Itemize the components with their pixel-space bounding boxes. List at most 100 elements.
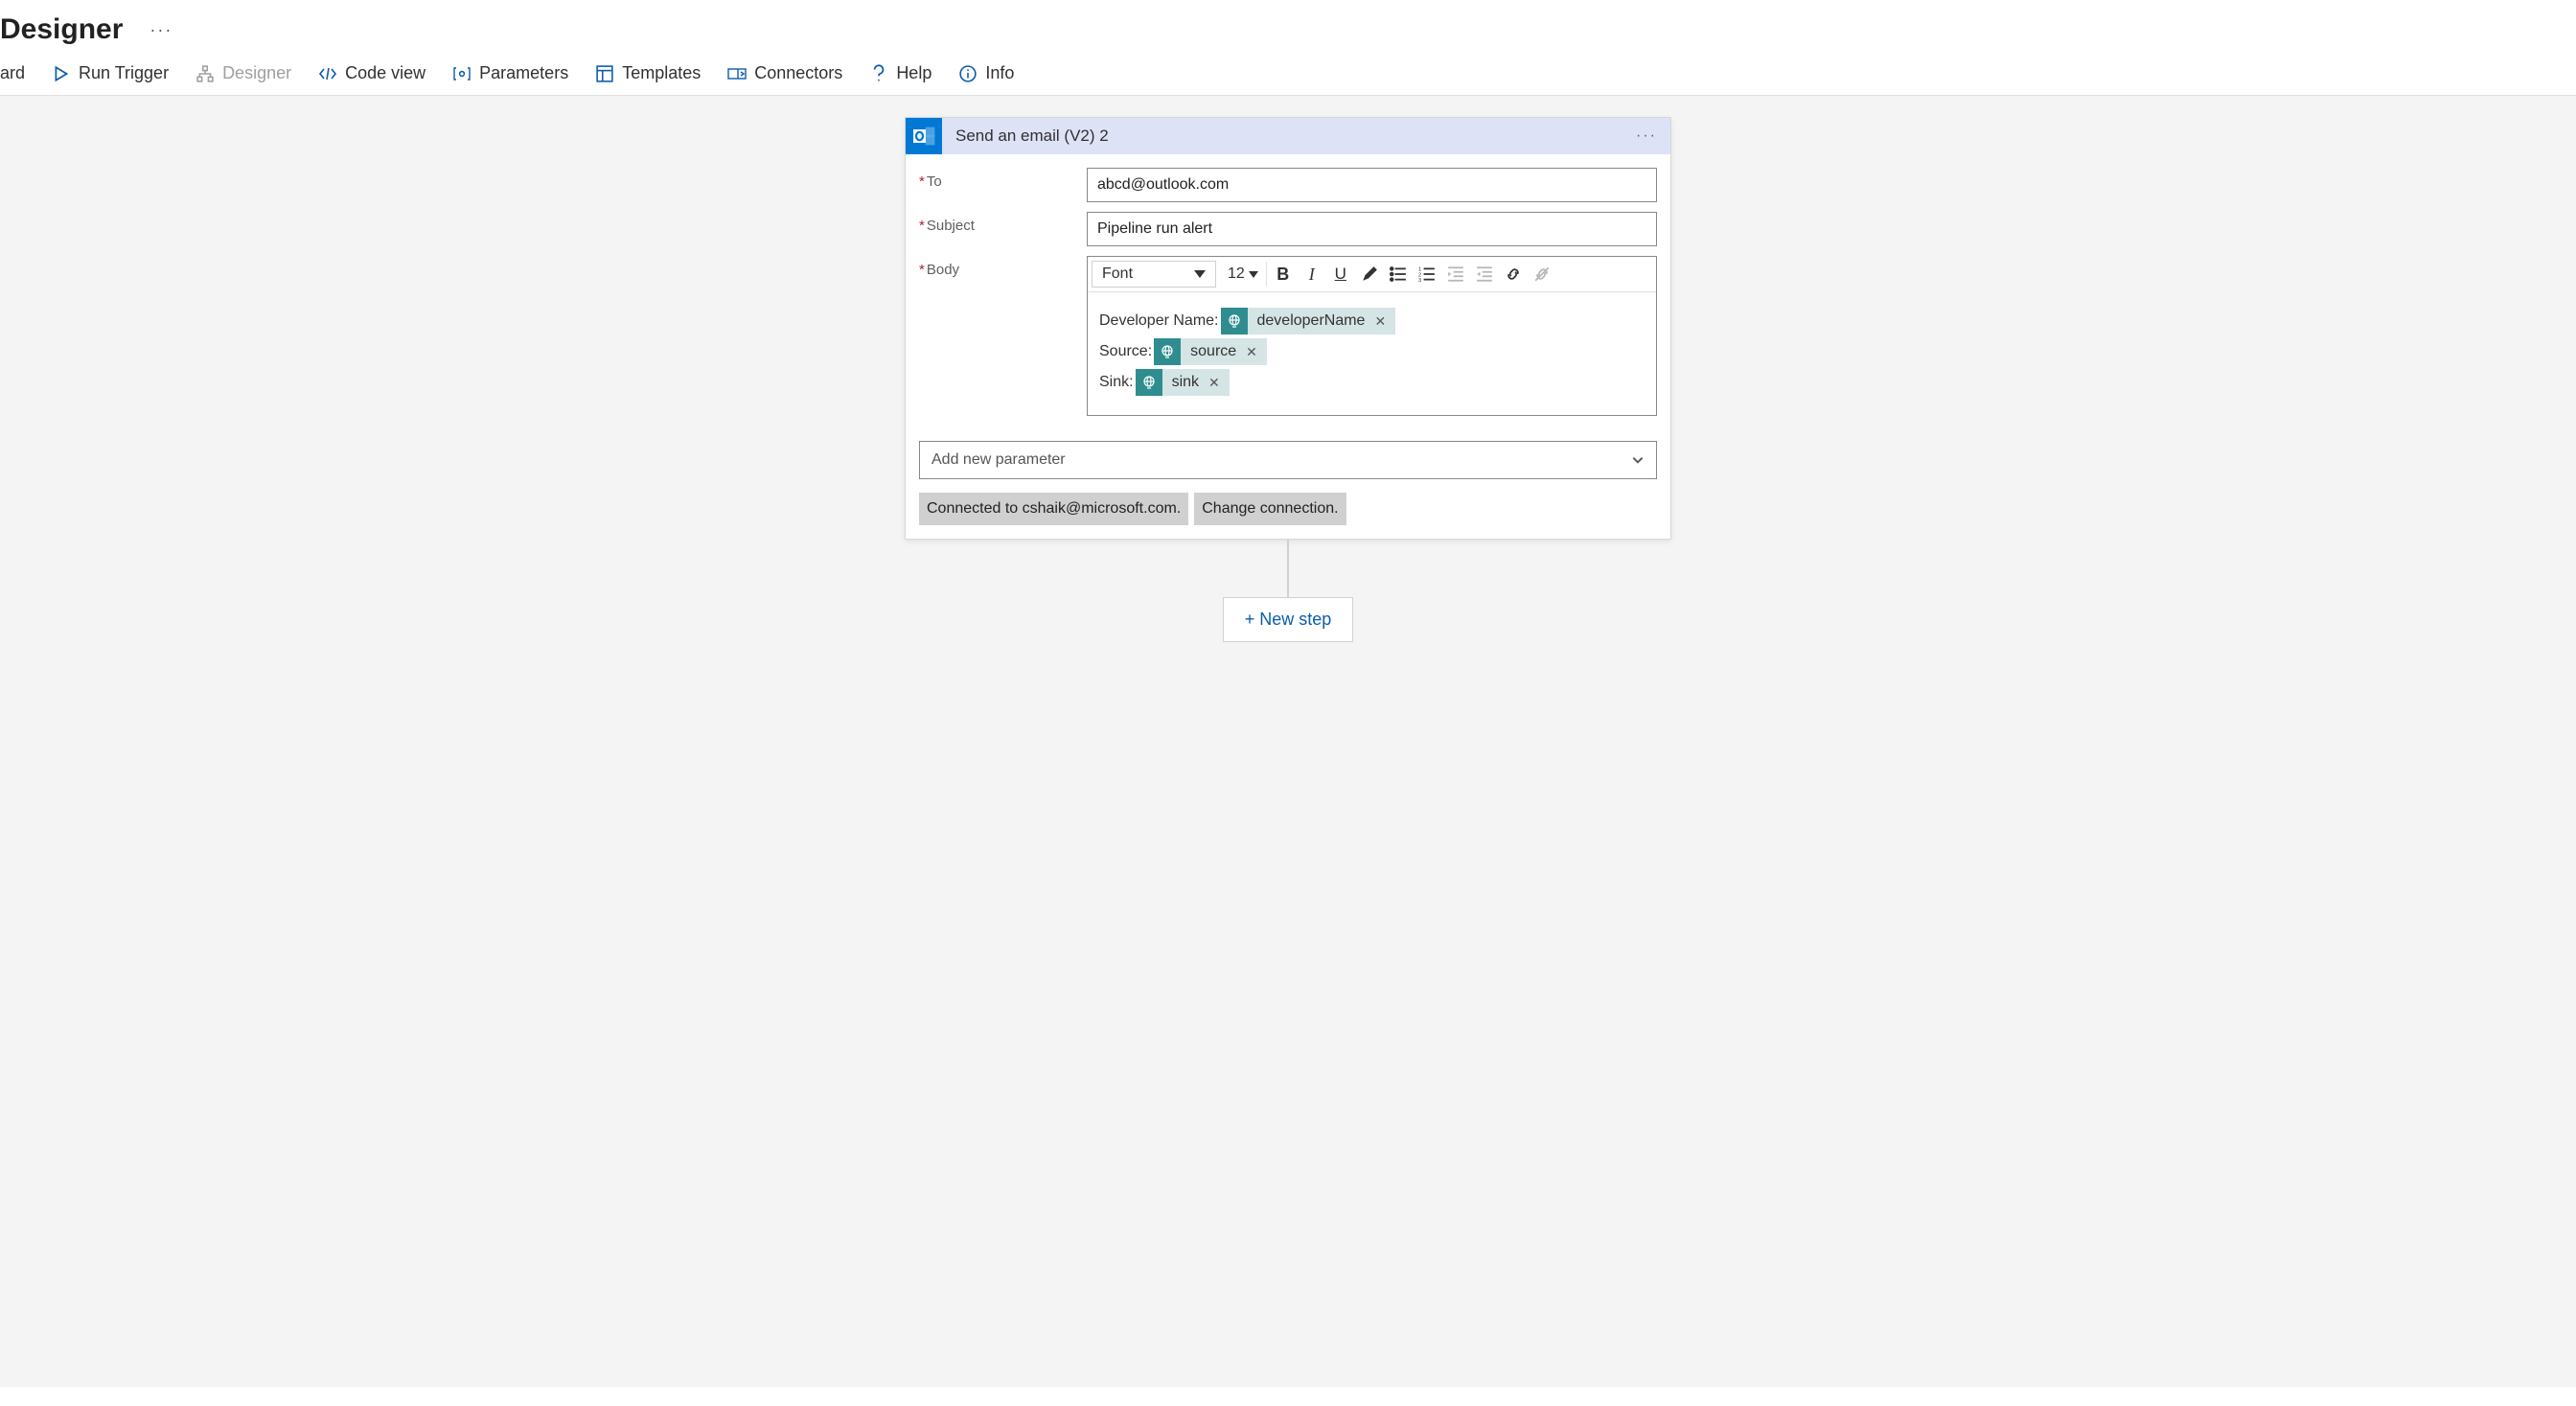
- parameters-button[interactable]: Parameters: [452, 63, 568, 83]
- token-label: developerName: [1248, 306, 1373, 336]
- code-view-button[interactable]: Code view: [318, 63, 426, 83]
- chevron-down-icon: [1631, 453, 1644, 467]
- info-button[interactable]: Info: [958, 63, 1014, 83]
- globe-icon: [1221, 308, 1248, 334]
- templates-icon: [595, 64, 614, 83]
- connection-info: Connected to cshaik@microsoft.com.: [919, 493, 1188, 525]
- field-row-body: *Body Font 12: [919, 256, 1657, 416]
- connectors-icon: [727, 64, 747, 83]
- font-size-picker[interactable]: 12: [1222, 262, 1264, 287]
- body-editor-content[interactable]: Developer Name: developerName✕Source: so…: [1088, 292, 1656, 415]
- globe-icon: [1136, 369, 1162, 396]
- field-row-to: *To: [919, 168, 1657, 202]
- body-label: *Body: [919, 256, 1087, 278]
- change-connection-link[interactable]: Change connection.: [1194, 493, 1346, 525]
- rich-text-editor: Font 12 B I U: [1087, 256, 1657, 416]
- outdent-icon: [1447, 265, 1464, 283]
- designer-canvas: Send an email (V2) 2 ··· *To *Subject *B…: [0, 96, 2576, 1387]
- info-label: Info: [985, 63, 1014, 83]
- number-list-icon: 123: [1418, 265, 1436, 283]
- dynamic-token[interactable]: sink✕: [1136, 369, 1230, 396]
- body-line-prefix: Source:: [1099, 336, 1152, 367]
- subject-label: *Subject: [919, 212, 1087, 234]
- page-title: Designer: [0, 13, 123, 46]
- outlook-icon: [906, 118, 942, 154]
- card-body: *To *Subject *Body F: [906, 154, 1670, 433]
- code-icon: [318, 64, 337, 83]
- underline-icon: U: [1335, 265, 1346, 284]
- body-line: Developer Name: developerName✕: [1099, 306, 1644, 336]
- designer-label: Designer: [222, 63, 291, 83]
- add-parameter-label: Add new parameter: [932, 451, 1066, 469]
- italic-icon: I: [1309, 265, 1315, 285]
- to-input[interactable]: [1087, 168, 1657, 202]
- new-step-label: + New step: [1245, 610, 1332, 629]
- token-label: source: [1181, 336, 1244, 367]
- play-icon: [52, 64, 71, 83]
- breadcrumb-fragment: ard: [0, 63, 25, 83]
- info-icon: [958, 64, 978, 83]
- designer-button: Designer: [196, 63, 291, 83]
- indent-button[interactable]: [1470, 260, 1499, 288]
- code-view-label: Code view: [345, 63, 426, 83]
- body-line: Sink: sink✕: [1099, 367, 1644, 398]
- rich-text-toolbar: Font 12 B I U: [1088, 257, 1656, 292]
- number-list-button[interactable]: 123: [1413, 260, 1441, 288]
- unlink-button[interactable]: [1528, 260, 1556, 288]
- token-label: sink: [1162, 367, 1207, 398]
- font-size-value: 12: [1228, 265, 1245, 283]
- indent-icon: [1476, 265, 1493, 283]
- templates-label: Templates: [622, 63, 701, 83]
- underline-button[interactable]: U: [1326, 260, 1355, 288]
- body-line-prefix: Developer Name:: [1099, 306, 1219, 336]
- outdent-button[interactable]: [1441, 260, 1470, 288]
- bullet-list-icon: [1390, 265, 1407, 283]
- connectors-button[interactable]: Connectors: [727, 63, 842, 83]
- command-bar: ard Run Trigger Designer Code view: [0, 63, 2576, 96]
- bullet-list-button[interactable]: [1384, 260, 1413, 288]
- font-picker-label: Font: [1102, 265, 1133, 283]
- to-label: *To: [919, 168, 1087, 190]
- action-card-send-email: Send an email (V2) 2 ··· *To *Subject *B…: [905, 117, 1671, 540]
- body-line-prefix: Sink:: [1099, 367, 1134, 398]
- help-icon: [869, 64, 888, 83]
- card-title: Send an email (V2) 2: [942, 127, 1636, 146]
- help-button[interactable]: Help: [869, 63, 932, 83]
- new-step-button[interactable]: + New step: [1223, 597, 1354, 642]
- dynamic-token[interactable]: developerName✕: [1221, 308, 1396, 334]
- card-more-icon[interactable]: ···: [1636, 127, 1670, 145]
- link-button[interactable]: [1499, 260, 1528, 288]
- title-more-icon[interactable]: ···: [150, 20, 172, 40]
- templates-button[interactable]: Templates: [595, 63, 701, 83]
- add-parameter-dropdown[interactable]: Add new parameter: [919, 441, 1657, 479]
- chevron-down-icon: [1249, 271, 1258, 278]
- connector-line: [1287, 540, 1289, 597]
- link-icon: [1505, 265, 1522, 283]
- svg-text:3: 3: [1418, 278, 1421, 283]
- titlebar: Designer ···: [0, 0, 2576, 63]
- bold-icon: B: [1276, 265, 1289, 285]
- token-remove-icon[interactable]: ✕: [1244, 338, 1267, 365]
- italic-button[interactable]: I: [1298, 260, 1326, 288]
- text-color-button[interactable]: [1355, 260, 1384, 288]
- unlink-icon: [1533, 265, 1551, 283]
- globe-icon: [1154, 338, 1181, 365]
- token-remove-icon[interactable]: ✕: [1207, 369, 1230, 396]
- sitemap-icon: [196, 64, 215, 83]
- field-row-subject: *Subject: [919, 212, 1657, 246]
- help-label: Help: [896, 63, 932, 83]
- token-remove-icon[interactable]: ✕: [1372, 308, 1395, 334]
- parameters-label: Parameters: [479, 63, 568, 83]
- connection-strip: Connected to cshaik@microsoft.com. Chang…: [906, 493, 1670, 539]
- chevron-down-icon: [1194, 270, 1206, 278]
- pencil-icon: [1361, 265, 1378, 283]
- connectors-label: Connectors: [754, 63, 842, 83]
- at-brackets-icon: [452, 64, 472, 83]
- subject-input[interactable]: [1087, 212, 1657, 246]
- card-header[interactable]: Send an email (V2) 2 ···: [906, 118, 1670, 154]
- font-picker[interactable]: Font: [1092, 261, 1216, 288]
- bold-button[interactable]: B: [1269, 260, 1298, 288]
- dynamic-token[interactable]: source✕: [1154, 338, 1267, 365]
- body-line: Source: source✕: [1099, 336, 1644, 367]
- run-trigger-button[interactable]: Run Trigger: [52, 63, 169, 83]
